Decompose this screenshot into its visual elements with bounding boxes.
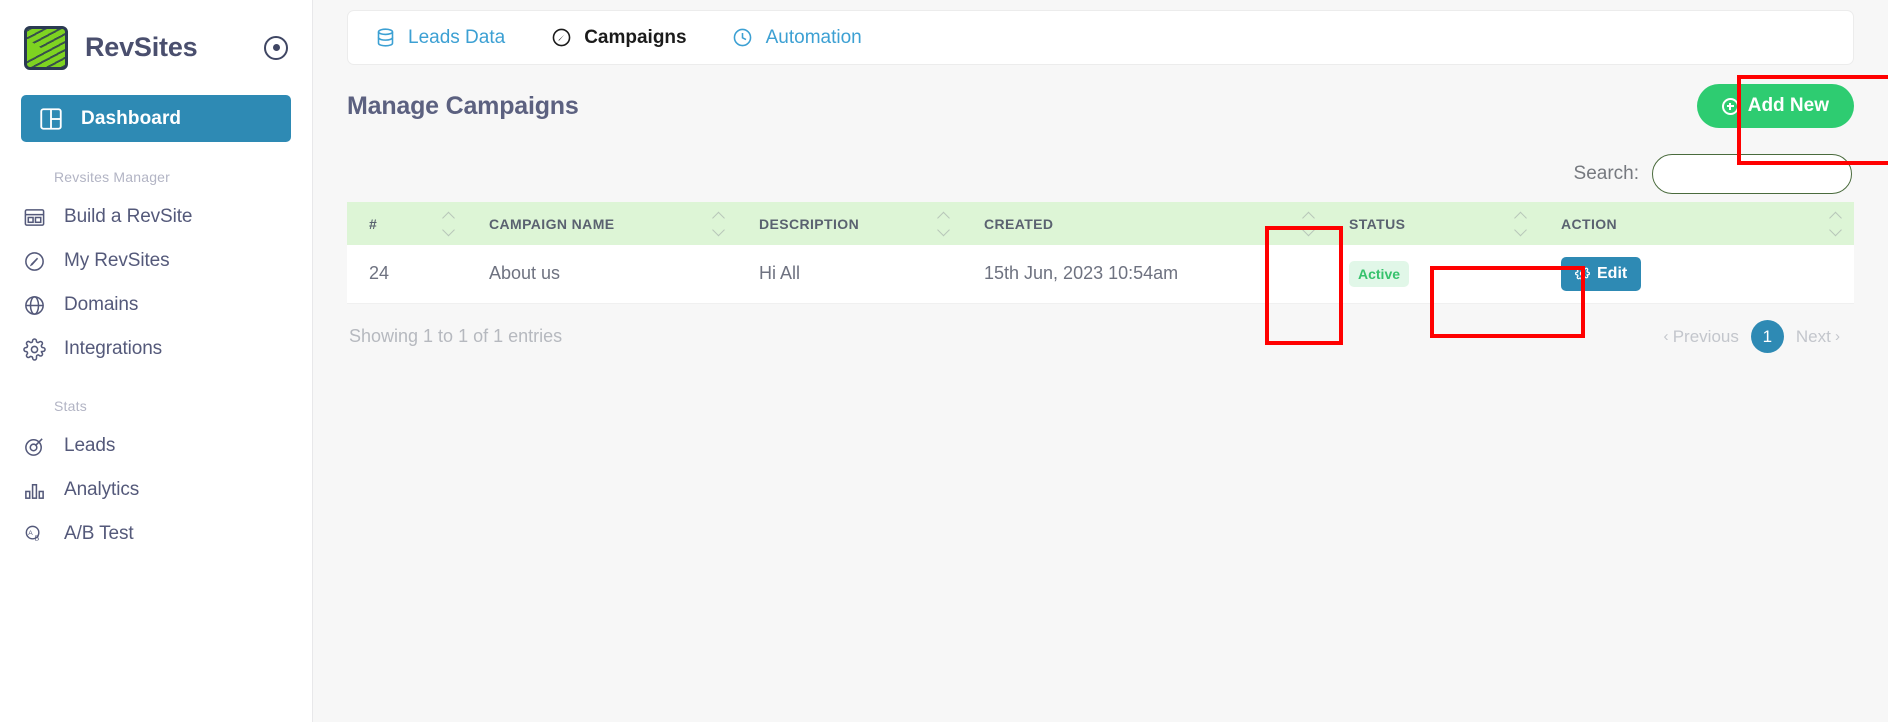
page-title: Manage Campaigns	[347, 92, 579, 121]
column-header-campaign-name[interactable]: CAMPAIGN NAME	[467, 202, 737, 245]
pagination-previous[interactable]: ‹ Previous	[1652, 321, 1751, 353]
sort-icon	[1516, 213, 1525, 234]
revsites-logo-icon	[24, 26, 68, 70]
pagination: ‹ Previous 1 Next ›	[1652, 320, 1852, 353]
tab-automation[interactable]: Automation	[732, 27, 862, 49]
sort-icon	[444, 213, 453, 234]
sidebar-item-label: Build a RevSite	[64, 206, 192, 228]
topbar: Leads Data Campaigns	[313, 0, 1888, 66]
plus-circle-icon	[1722, 98, 1739, 115]
brand-name: RevSites	[85, 32, 197, 63]
chevron-left-icon: ‹	[1664, 328, 1673, 345]
search-input[interactable]	[1652, 154, 1852, 194]
compass-icon	[21, 248, 47, 274]
cell-created: 15th Jun, 2023 10:54am	[962, 245, 1327, 303]
table-body: 24 About us Hi All 15th Jun, 2023 10:54a…	[347, 245, 1854, 303]
content-area: Manage Campaigns Add New Search: #	[313, 66, 1888, 370]
dashboard-grid-icon	[38, 106, 64, 132]
cell-campaign-name: About us	[467, 245, 737, 303]
table-head: # CAMPAIGN NAME DESCRIPTION CREATED	[347, 202, 1854, 245]
entries-info: Showing 1 to 1 of 1 entries	[349, 326, 562, 347]
sidebar-item-label: Integrations	[64, 338, 162, 360]
clock-icon	[732, 27, 754, 49]
cell-description: Hi All	[737, 245, 962, 303]
column-label: CREATED	[984, 216, 1053, 232]
cell-action: Edit	[1539, 245, 1854, 303]
brand-header: RevSites	[0, 0, 312, 95]
tab-label: Leads Data	[408, 27, 505, 49]
sort-icon	[1831, 213, 1840, 234]
sidebar-item-label: A/B Test	[64, 523, 134, 545]
edit-button[interactable]: Edit	[1561, 257, 1641, 291]
sidebar-toggle-icon[interactable]	[264, 36, 288, 60]
globe-icon	[21, 292, 47, 318]
column-header-status[interactable]: STATUS	[1327, 202, 1539, 245]
pagination-next[interactable]: Next ›	[1784, 321, 1852, 353]
sidebar-item-label: Leads	[64, 435, 115, 457]
svg-text:B: B	[34, 534, 39, 542]
add-new-label: Add New	[1748, 95, 1829, 117]
pagination-next-label: Next	[1796, 327, 1831, 347]
chevron-right-icon: ›	[1831, 328, 1840, 345]
column-header-description[interactable]: DESCRIPTION	[737, 202, 962, 245]
gear-icon	[1575, 266, 1590, 281]
tab-bar: Leads Data Campaigns	[347, 10, 1854, 65]
sort-icon	[939, 213, 948, 234]
column-label: STATUS	[1349, 216, 1405, 232]
page-header: Manage Campaigns Add New	[347, 66, 1854, 146]
sidebar-item-domains[interactable]: Domains	[0, 283, 312, 327]
table-header-row: # CAMPAIGN NAME DESCRIPTION CREATED	[347, 202, 1854, 245]
pagination-page-1[interactable]: 1	[1751, 320, 1784, 353]
compass-icon	[550, 27, 572, 49]
sidebar-section-revsites-manager: Revsites Manager	[0, 142, 312, 195]
target-icon	[21, 433, 47, 459]
gear-icon	[21, 336, 47, 362]
sidebar-item-ab-test[interactable]: A B A/B Test	[0, 512, 312, 556]
sidebar-item-label: My RevSites	[64, 250, 170, 272]
sidebar-item-dashboard[interactable]: Dashboard	[21, 95, 291, 142]
sidebar-section-stats: Stats	[0, 371, 312, 424]
add-new-button[interactable]: Add New	[1697, 84, 1854, 128]
svg-text:A: A	[28, 529, 33, 536]
tab-campaigns[interactable]: Campaigns	[550, 27, 686, 49]
status-badge: Active	[1349, 261, 1409, 287]
search-label: Search:	[1574, 163, 1639, 185]
sidebar-item-label: Domains	[64, 294, 138, 316]
edit-label: Edit	[1597, 265, 1627, 283]
table-footer: Showing 1 to 1 of 1 entries ‹ Previous 1…	[347, 304, 1854, 370]
pagination-previous-label: Previous	[1673, 327, 1739, 347]
cell-id: 24	[347, 245, 467, 303]
tab-leads-data[interactable]: Leads Data	[374, 27, 505, 49]
sidebar: RevSites Dashboard Revsites Manager	[0, 0, 313, 722]
bar-chart-icon	[21, 477, 47, 503]
sort-icon	[1304, 213, 1313, 234]
cell-status: Active	[1327, 245, 1539, 303]
column-header-created[interactable]: CREATED	[962, 202, 1327, 245]
sidebar-item-label: Dashboard	[81, 108, 181, 130]
database-icon	[374, 27, 396, 49]
main-area: Leads Data Campaigns	[313, 0, 1888, 722]
sidebar-item-integrations[interactable]: Integrations	[0, 327, 312, 371]
column-header-id[interactable]: #	[347, 202, 467, 245]
table-row: 24 About us Hi All 15th Jun, 2023 10:54a…	[347, 245, 1854, 303]
campaigns-table: # CAMPAIGN NAME DESCRIPTION CREATED	[347, 202, 1854, 304]
sidebar-item-label: Analytics	[64, 479, 139, 501]
column-label: DESCRIPTION	[759, 216, 859, 232]
layout-window-icon	[21, 204, 47, 230]
sidebar-item-my-revsites[interactable]: My RevSites	[0, 239, 312, 283]
search-row: Search:	[347, 146, 1854, 202]
column-header-action[interactable]: ACTION	[1539, 202, 1854, 245]
sidebar-item-build-a-revsite[interactable]: Build a RevSite	[0, 195, 312, 239]
sidebar-item-leads[interactable]: Leads	[0, 424, 312, 468]
sidebar-item-analytics[interactable]: Analytics	[0, 468, 312, 512]
column-label: ACTION	[1561, 216, 1617, 232]
column-label: #	[369, 216, 377, 232]
ab-test-icon: A B	[21, 521, 47, 547]
sort-icon	[714, 213, 723, 234]
tab-label: Automation	[766, 27, 862, 49]
tab-label: Campaigns	[584, 27, 686, 49]
app-root: RevSites Dashboard Revsites Manager	[0, 0, 1888, 722]
column-label: CAMPAIGN NAME	[489, 216, 615, 232]
